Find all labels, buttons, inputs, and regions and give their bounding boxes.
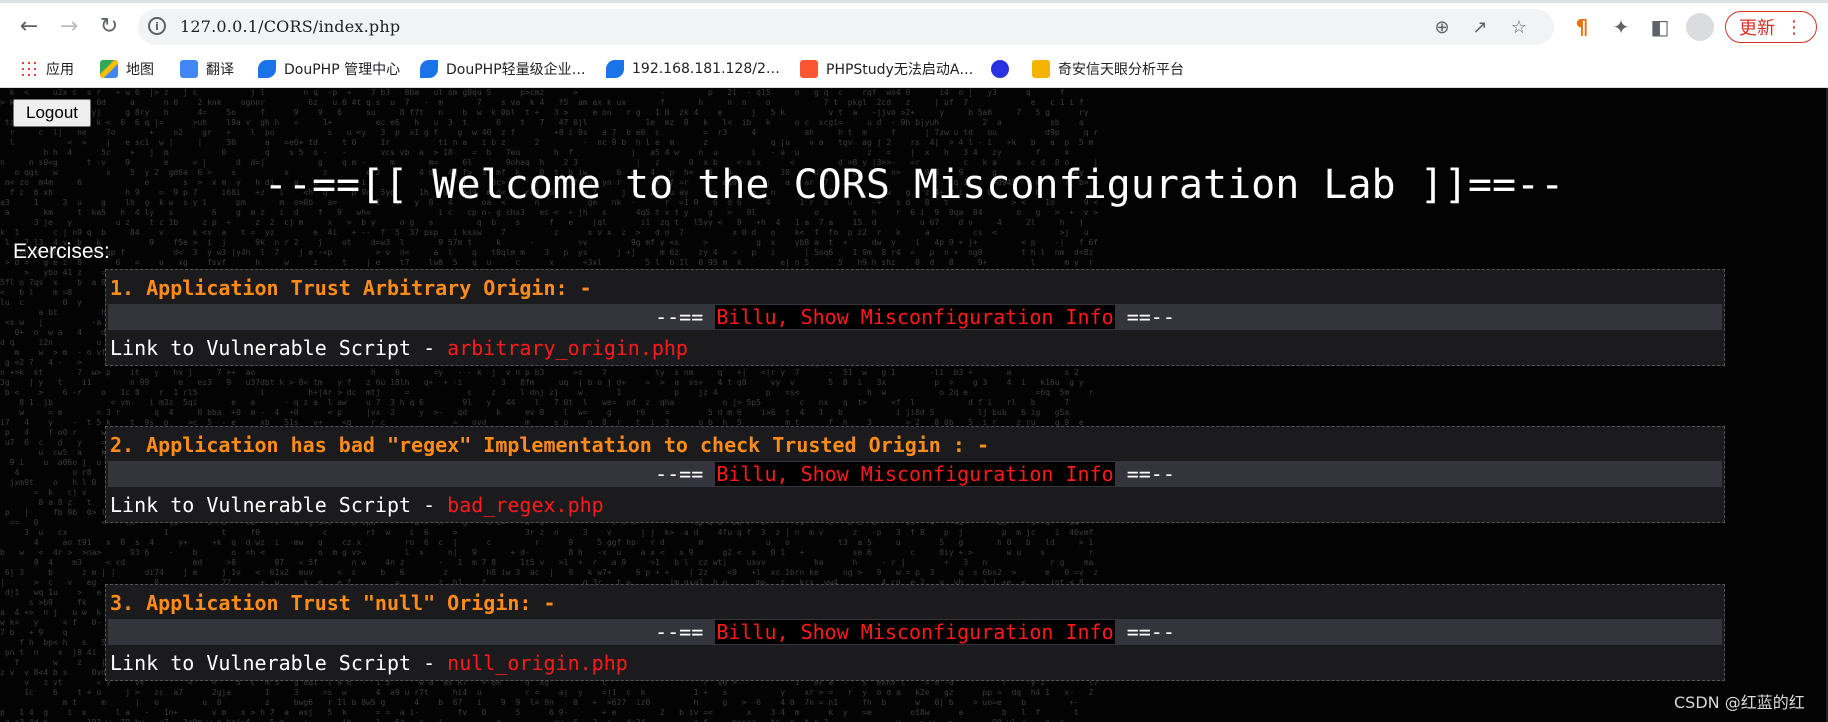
apps-grid-icon xyxy=(20,60,38,78)
page-title: --==[[ Welcome to the CORS Misconfigurat… xyxy=(263,162,1565,208)
script-prefix: Link to Vulnerable Script - xyxy=(110,336,448,360)
show-info-prefix: --== xyxy=(655,620,704,644)
bookmark-maps[interactable]: 地图 xyxy=(100,58,154,80)
csdn-watermark: CSDN @红蓝的红 xyxy=(1674,693,1805,712)
script-prefix: Link to Vulnerable Script - xyxy=(110,493,448,517)
vulnerable-script-link[interactable]: bad_regex.php xyxy=(447,493,604,517)
bookmarks-bar: 应用 地图 翻译 DouPHP 管理中心 DouPHP轻量级企业… 192.16… xyxy=(0,50,1828,88)
vulnerable-script-link[interactable]: null_origin.php xyxy=(447,651,628,675)
show-misconfig-info-link[interactable]: Billu, Show Misconfiguration Info xyxy=(715,305,1115,329)
show-misconfig-info-link[interactable]: Billu, Show Misconfiguration Info xyxy=(715,620,1115,644)
vulnerable-script-link[interactable]: arbitrary_origin.php xyxy=(447,336,688,360)
bookmark-label: 地图 xyxy=(126,62,154,78)
bookmark-douphp-admin[interactable]: DouPHP 管理中心 xyxy=(258,58,400,80)
bookmark-local-ip[interactable]: 192.168.181.128/2… xyxy=(606,58,780,80)
show-info-strip: --== Billu, Show Misconfiguration Info =… xyxy=(108,461,1722,487)
bookmark-apps[interactable]: 应用 xyxy=(20,58,74,80)
update-label: 更新 xyxy=(1739,18,1775,39)
back-arrow-icon[interactable]: ← xyxy=(14,12,44,42)
exercise-title: 3. Application Trust "null" Origin: - xyxy=(110,591,556,615)
douphp-icon xyxy=(606,60,624,78)
side-panel-icon[interactable]: ◧ xyxy=(1646,13,1674,41)
bookmark-label: DouPHP轻量级企业… xyxy=(446,62,586,78)
site-info-icon[interactable]: i xyxy=(148,17,166,35)
douphp-icon xyxy=(420,60,438,78)
share-icon[interactable]: ↗ xyxy=(1468,15,1492,39)
page-content: k < u2x c s r + w 6 |> z j c j l n q -p … xyxy=(0,88,1828,722)
show-info-suffix: ==-- xyxy=(1126,462,1175,486)
bookmark-label: PHPStudy无法启动A… xyxy=(826,62,974,78)
vulnerable-script-line: Link to Vulnerable Script - arbitrary_or… xyxy=(110,336,688,360)
bookmark-douphp-enterprise[interactable]: DouPHP轻量级企业… xyxy=(420,58,586,80)
kebab-menu-icon: ⋮ xyxy=(1785,16,1803,38)
profile-avatar-icon[interactable] xyxy=(1686,13,1714,41)
pilcrow-extension-icon[interactable]: ¶ xyxy=(1568,13,1596,41)
exercise-title: 2. Application has bad "regex" Implement… xyxy=(110,433,989,457)
qianxin-icon xyxy=(1032,60,1050,78)
exercise-title: 1. Application Trust Arbitrary Origin: - xyxy=(110,276,592,300)
maps-icon xyxy=(100,60,118,78)
exercises-heading: Exercises: xyxy=(13,240,110,263)
url-text[interactable]: 127.0.0.1/CORS/index.php xyxy=(180,17,400,36)
show-info-strip: --== Billu, Show Misconfiguration Info =… xyxy=(108,304,1722,330)
show-misconfig-info-link[interactable]: Billu, Show Misconfiguration Info xyxy=(715,462,1115,486)
vulnerable-script-line: Link to Vulnerable Script - null_origin.… xyxy=(110,651,628,675)
exercise-card-3: 3. Application Trust "null" Origin: - --… xyxy=(105,584,1725,681)
browser-toolbar: ← → ↻ i 127.0.0.1/CORS/index.php ⊕ ↗ ☆ ¶… xyxy=(0,0,1828,50)
reload-icon[interactable]: ↻ xyxy=(94,12,124,42)
bookmark-label: 奇安信天眼分析平台 xyxy=(1058,62,1184,78)
exercise-card-1: 1. Application Trust Arbitrary Origin: -… xyxy=(105,269,1725,366)
bookmark-label: 应用 xyxy=(46,62,74,78)
douphp-icon xyxy=(258,60,276,78)
baidu-paw-icon xyxy=(991,60,1009,78)
show-info-suffix: ==-- xyxy=(1126,305,1175,329)
csdn-icon xyxy=(800,60,818,78)
vulnerable-script-line: Link to Vulnerable Script - bad_regex.ph… xyxy=(110,493,604,517)
script-prefix: Link to Vulnerable Script - xyxy=(110,651,448,675)
bookmark-phpstudy[interactable]: PHPStudy无法启动A… xyxy=(800,58,973,80)
show-info-suffix: ==-- xyxy=(1126,620,1175,644)
bookmark-baidu[interactable] xyxy=(991,58,1017,80)
bookmark-star-icon[interactable]: ☆ xyxy=(1507,15,1531,39)
show-info-prefix: --== xyxy=(655,462,704,486)
logout-button[interactable]: Logout xyxy=(13,99,91,127)
update-button[interactable]: 更新 ⋮ xyxy=(1725,11,1817,43)
forward-arrow-icon[interactable]: → xyxy=(54,12,84,42)
show-info-prefix: --== xyxy=(655,305,704,329)
translate-icon xyxy=(180,60,198,78)
exercise-card-2: 2. Application has bad "regex" Implement… xyxy=(105,426,1725,523)
bookmark-label: 翻译 xyxy=(206,62,234,78)
show-info-strip: --== Billu, Show Misconfiguration Info =… xyxy=(108,619,1722,645)
bookmark-label: DouPHP 管理中心 xyxy=(284,62,401,78)
bookmark-translate[interactable]: 翻译 xyxy=(180,58,234,80)
zoom-icon[interactable]: ⊕ xyxy=(1430,15,1454,39)
address-bar[interactable]: i 127.0.0.1/CORS/index.php ⊕ ↗ ☆ xyxy=(138,9,1554,45)
bookmark-qianxin[interactable]: 奇安信天眼分析平台 xyxy=(1032,58,1184,80)
bookmark-label: 192.168.181.128/2… xyxy=(632,61,780,77)
extensions-puzzle-icon[interactable]: ✦ xyxy=(1607,13,1635,41)
